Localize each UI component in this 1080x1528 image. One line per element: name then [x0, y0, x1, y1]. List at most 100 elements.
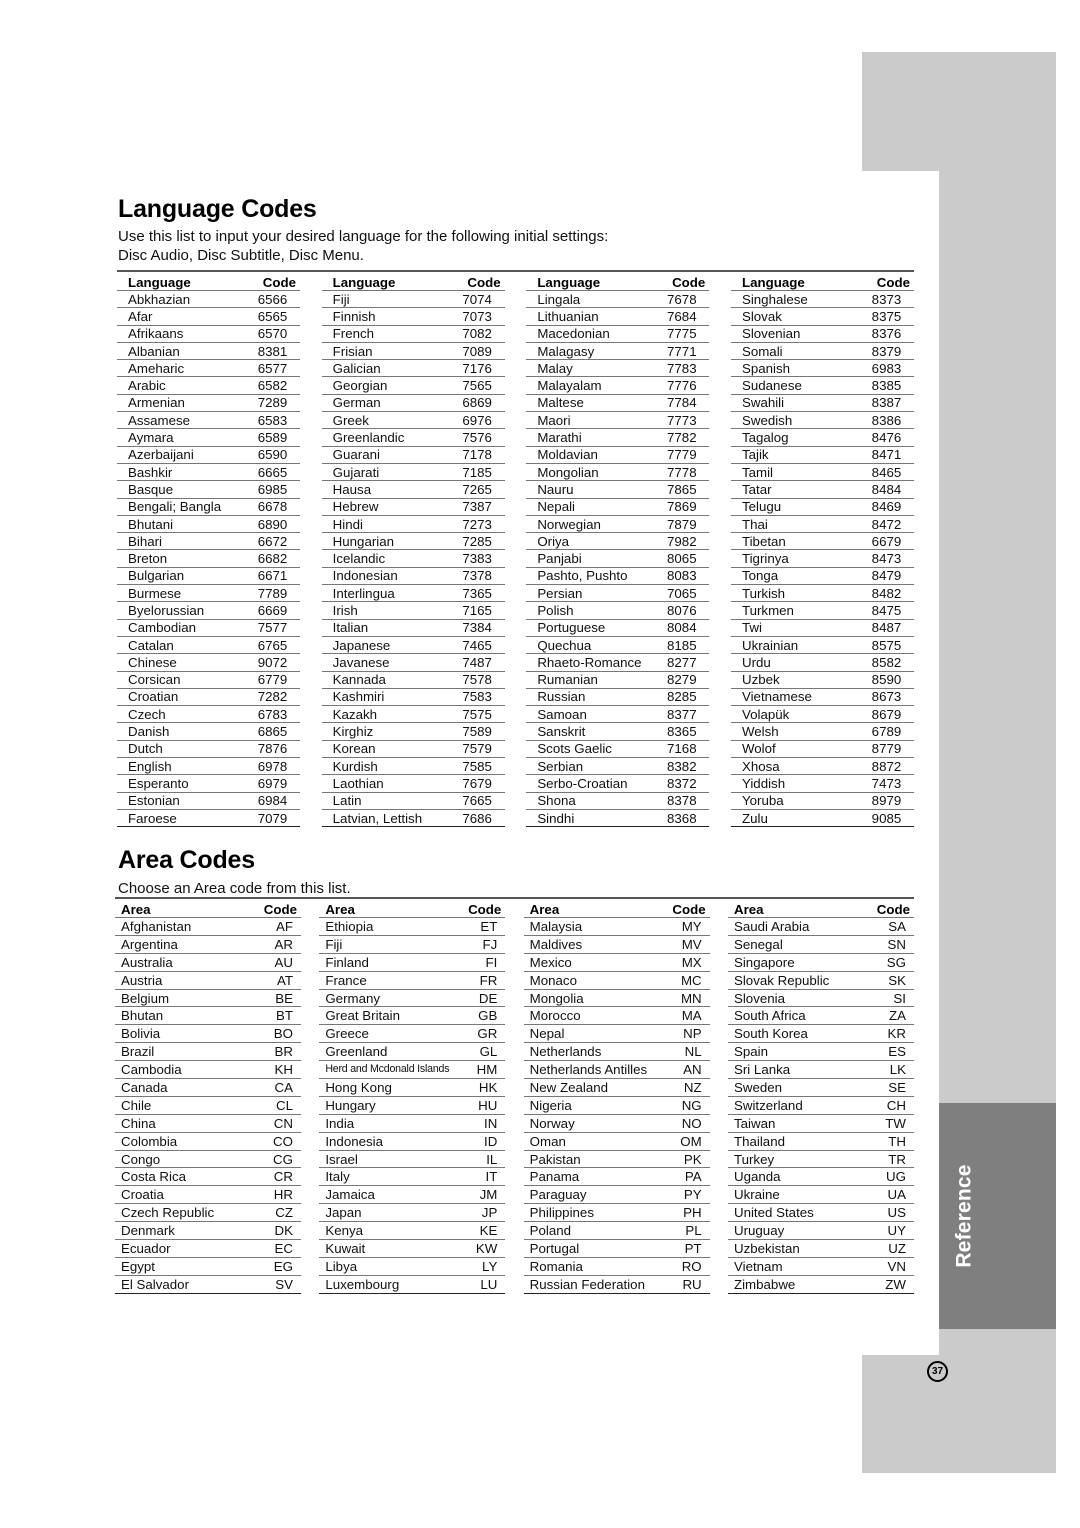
area-name: Bhutan	[115, 1006, 251, 1025]
language-code: 7074	[443, 289, 505, 308]
language-name: Cambodian	[117, 618, 239, 637]
language-name: Albanian	[117, 341, 239, 360]
area-name: Denmark	[115, 1221, 251, 1240]
language-code: 6978	[239, 757, 300, 775]
language-code: 7865	[648, 480, 710, 499]
language-name: Singhalese	[730, 289, 853, 308]
table-row: Italy IT	[319, 1167, 506, 1186]
area-code: CR	[250, 1167, 301, 1186]
language-code: 6570	[239, 324, 300, 343]
area-code: KH	[250, 1060, 301, 1079]
table-row: Canada CA	[115, 1078, 301, 1097]
language-code: 6789	[852, 722, 914, 741]
area-code: BT	[250, 1006, 301, 1025]
language-name: Hindi	[321, 514, 444, 533]
table-row: Maltese 7784	[526, 393, 710, 412]
language-code: 6582	[239, 376, 300, 395]
area-code: CZ	[250, 1203, 301, 1222]
table-row: Belgium BE	[115, 988, 301, 1007]
language-code: 6979	[239, 774, 300, 793]
table-row: Lingala 7678	[526, 289, 710, 308]
language-code: 8376	[852, 324, 914, 343]
table-row: Ethiopia ET	[319, 917, 506, 936]
table-row: Greenlandic 7576	[321, 428, 505, 447]
table-row: Kurdish 7585	[321, 757, 505, 775]
area-name: Thailand	[727, 1131, 864, 1151]
language-name: Tatar	[730, 480, 853, 499]
language-code: 8679	[852, 705, 914, 723]
table-row: Herd and Mcdonald Islands HM	[319, 1060, 506, 1079]
area-code: TH	[863, 1131, 914, 1151]
area-name: Brazil	[115, 1042, 251, 1061]
area-name: Zimbabwe	[727, 1274, 864, 1294]
language-name: Moldavian	[526, 445, 649, 464]
table-row: Sweden SE	[727, 1078, 914, 1097]
column-header-code: Code	[672, 902, 706, 917]
area-name: Switzerland	[727, 1095, 864, 1115]
area-code: PA	[666, 1167, 710, 1186]
table-row: Icelandic 7383	[321, 549, 505, 568]
language-name: Polish	[526, 601, 649, 620]
area-code: DK	[250, 1221, 301, 1240]
language-name: Greenlandic	[321, 428, 444, 447]
language-name: Croatian	[117, 687, 239, 706]
table-row: Byelorussian 6669	[117, 601, 300, 620]
table-row: Polish 8076	[526, 601, 710, 620]
language-code: 7079	[239, 808, 300, 828]
language-code: 7879	[648, 514, 710, 533]
area-name: France	[319, 970, 464, 990]
language-name: Czech	[117, 705, 239, 723]
language-code: 8482	[852, 584, 914, 602]
table-row: Swedish 8386	[730, 411, 914, 429]
language-code: 6566	[239, 289, 300, 308]
language-code: 7089	[443, 341, 505, 360]
language-code: 7165	[443, 601, 505, 620]
language-code: 8673	[852, 687, 914, 706]
language-code: 8590	[852, 670, 914, 689]
table-row: Poland PL	[523, 1221, 710, 1240]
table-row: Australia AU	[115, 952, 301, 972]
language-name: Greek	[321, 411, 444, 429]
area-name: Greenland	[319, 1042, 464, 1061]
area-table-4: Area Code Saudi Arabia SA Senegal SN Singapore…	[727, 899, 914, 1294]
area-code: GB	[463, 1006, 506, 1025]
language-name: Breton	[117, 549, 239, 568]
language-code: 7779	[648, 445, 710, 464]
table-row: Latin 7665	[321, 791, 505, 810]
area-name: Egypt	[115, 1256, 251, 1276]
table-row: Nepali 7869	[526, 497, 710, 516]
table-row: Fiji 7074	[321, 289, 505, 308]
language-name: Macedonian	[526, 324, 649, 343]
area-name: Uruguay	[727, 1221, 864, 1240]
table-row: Spanish 6983	[730, 359, 914, 377]
table-row: Great Britain GB	[319, 1006, 506, 1025]
table-row: Oman OM	[523, 1131, 710, 1151]
table-row: Fiji FJ	[319, 934, 506, 954]
table-row: Telugu 8469	[730, 497, 914, 516]
language-name: Irish	[321, 601, 444, 620]
area-code: PT	[666, 1239, 710, 1258]
table-row: Czech Republic CZ	[115, 1203, 301, 1222]
table-row: French 7082	[321, 324, 505, 343]
language-name: Rhaeto-Romance	[526, 653, 649, 672]
area-code: CL	[250, 1095, 301, 1115]
language-name: Lingala	[526, 289, 649, 308]
language-name: Samoan	[526, 705, 649, 723]
table-row: Slovenian 8376	[730, 324, 914, 343]
table-row: Hong Kong HK	[319, 1078, 506, 1097]
table-row: Ameharic 6577	[117, 359, 300, 377]
area-code: PH	[666, 1203, 710, 1222]
language-code: 8277	[648, 653, 710, 672]
language-name: Hausa	[321, 480, 444, 499]
language-code: 8378	[648, 791, 710, 810]
table-row: German 6869	[321, 393, 505, 412]
language-code: 6984	[239, 791, 300, 810]
table-row: Finland FI	[319, 952, 506, 972]
area-name: Fiji	[319, 934, 464, 954]
table-row: Bashkir 6665	[117, 462, 300, 481]
table-row: Maldives MV	[523, 934, 710, 954]
table-row: Zulu 9085	[730, 808, 914, 828]
area-name: Paraguay	[523, 1185, 667, 1204]
language-code: 7585	[443, 757, 505, 775]
area-name: Ecuador	[115, 1239, 251, 1258]
